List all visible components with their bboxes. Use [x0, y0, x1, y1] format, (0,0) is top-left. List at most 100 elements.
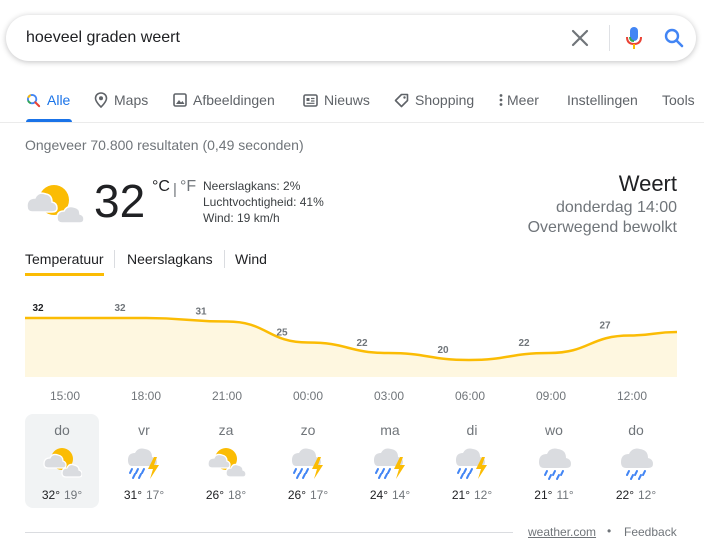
temperature-label: 31	[195, 307, 207, 318]
chart-tab-wind[interactable]: Wind	[235, 251, 267, 267]
search-button[interactable]	[662, 26, 686, 50]
hour-tick-label: 09:00	[535, 389, 567, 403]
weather-datetime: donderdag 14:00	[556, 199, 677, 216]
results-stats: Ongeveer 70.800 resultaten (0,49 seconde…	[25, 137, 304, 153]
forecast-day[interactable]: do 22° 12°	[599, 414, 673, 508]
hour-tick-label: 15:00	[49, 389, 81, 403]
temperature-chart[interactable]: 32 32 31 25 22 20 22 27	[25, 290, 677, 410]
unit-fahrenheit-toggle[interactable]: °F	[180, 178, 196, 196]
forecast-temps: 32° 19°	[25, 488, 99, 502]
temperature-label: 22	[356, 338, 368, 349]
forecast-high: 21°	[451, 488, 470, 502]
tab-maps[interactable]: Maps	[94, 92, 148, 108]
partly-cloudy-icon	[206, 442, 247, 482]
footer-separator: •	[607, 524, 612, 538]
partly-cloudy-icon	[42, 442, 83, 482]
forecast-day[interactable]: di 21° 12°	[435, 414, 509, 508]
tab-label: Meer	[507, 92, 539, 108]
forecast-day[interactable]: zo 26° 17°	[271, 414, 345, 508]
weather-location: Weert	[618, 171, 677, 196]
tab-label: Tools	[662, 92, 695, 108]
search-bar-divider	[609, 25, 610, 51]
forecast-low: 11°	[556, 488, 574, 502]
forecast-low: 17°	[310, 488, 329, 502]
source-link[interactable]: weather.com	[528, 525, 596, 539]
forecast-low: 12°	[638, 488, 657, 502]
voice-search-button[interactable]	[622, 25, 646, 51]
forecast-high: 21°	[534, 488, 553, 502]
forecast-temps: 21° 11°	[517, 488, 591, 502]
chart-tab-precipitation[interactable]: Neerslagkans	[127, 251, 213, 267]
tab-instellingen[interactable]: Instellingen	[567, 92, 638, 108]
tab-tools[interactable]: Tools	[662, 92, 695, 108]
weather-condition: Overwegend bewolkt	[527, 219, 677, 236]
forecast-high: 26°	[287, 488, 306, 502]
tab-label: Maps	[114, 92, 149, 108]
forecast-high: 22°	[615, 488, 634, 502]
forecast-temps: 26° 18°	[189, 488, 263, 502]
rain-icon	[616, 442, 656, 482]
thunderstorm-icon	[370, 442, 410, 482]
search-input[interactable]: hoeveel graden weert	[26, 29, 180, 47]
partly-cloudy-icon	[26, 185, 85, 224]
precipitation-chance: Neerslagkans: 2%	[203, 179, 301, 193]
forecast-day[interactable]: do 32° 19°	[25, 414, 99, 508]
hour-tick-label: 12:00	[616, 389, 648, 403]
tab-label: Nieuws	[324, 92, 370, 108]
forecast-temps: 24° 14°	[353, 488, 427, 502]
wind-speed: Wind: 19 km/h	[203, 211, 280, 225]
forecast-day-name: do	[628, 422, 644, 438]
tab-label: Afbeeldingen	[193, 92, 275, 108]
news-icon	[303, 93, 318, 107]
forecast-low: 17°	[146, 488, 165, 502]
forecast-day[interactable]: vr 31° 17°	[107, 414, 181, 508]
forecast-low: 19°	[64, 488, 83, 502]
forecast-day-name: za	[218, 422, 234, 438]
humidity: Luchtvochtigheid: 41%	[203, 195, 324, 209]
chart-tab-temperature[interactable]: Temperatuur	[25, 251, 104, 267]
tab-label: Shopping	[415, 92, 475, 108]
chart-tab-indicator	[25, 273, 104, 276]
more-vert-icon	[499, 94, 503, 106]
search-bar[interactable]: hoeveel graden weert	[6, 15, 696, 61]
chart-tab-separator	[224, 250, 225, 268]
clear-search-button[interactable]	[568, 26, 592, 50]
mic-icon	[626, 27, 642, 49]
unit-separator: |	[173, 181, 177, 198]
forecast-day[interactable]: wo 21° 11°	[517, 414, 591, 508]
hour-tick-label: 18:00	[130, 389, 162, 403]
image-icon	[173, 93, 187, 107]
forecast-high: 24°	[369, 488, 388, 502]
forecast-day-name: ma	[380, 422, 400, 438]
forecast-day-name: do	[54, 422, 70, 438]
forecast-temps: 22° 12°	[599, 488, 673, 502]
tab-nieuws[interactable]: Nieuws	[303, 92, 370, 108]
feedback-link[interactable]: Feedback	[624, 525, 677, 539]
temperature-label: 32	[114, 303, 126, 314]
hour-tick-label: 06:00	[454, 389, 486, 403]
forecast-high: 26°	[205, 488, 224, 502]
tab-afbeeldingen[interactable]: Afbeeldingen	[173, 92, 275, 108]
close-icon	[571, 29, 589, 47]
search-icon	[26, 93, 41, 107]
forecast-low: 12°	[474, 488, 493, 502]
temperature-label: 27	[599, 321, 611, 332]
tag-icon	[394, 93, 409, 107]
forecast-temps: 26° 17°	[271, 488, 345, 502]
current-temperature: 32	[94, 175, 146, 227]
tab-meer[interactable]: Meer	[499, 92, 539, 108]
forecast-day[interactable]: ma 24° 14°	[353, 414, 427, 508]
tab-label: Instellingen	[567, 92, 638, 108]
unit-celsius-toggle[interactable]: °C	[152, 178, 170, 196]
thunderstorm-icon	[124, 442, 164, 482]
forecast-day[interactable]: za 26° 18°	[189, 414, 263, 508]
forecast-low: 14°	[392, 488, 411, 502]
hour-tick-label: 21:00	[211, 389, 243, 403]
search-icon	[664, 28, 684, 48]
footer-divider	[25, 532, 513, 533]
tab-shopping[interactable]: Shopping	[394, 92, 474, 108]
temperature-label: 22	[518, 338, 530, 349]
forecast-day-name: vr	[138, 422, 150, 438]
tabs-divider	[0, 122, 704, 123]
tab-alle[interactable]: Alle	[26, 92, 70, 108]
